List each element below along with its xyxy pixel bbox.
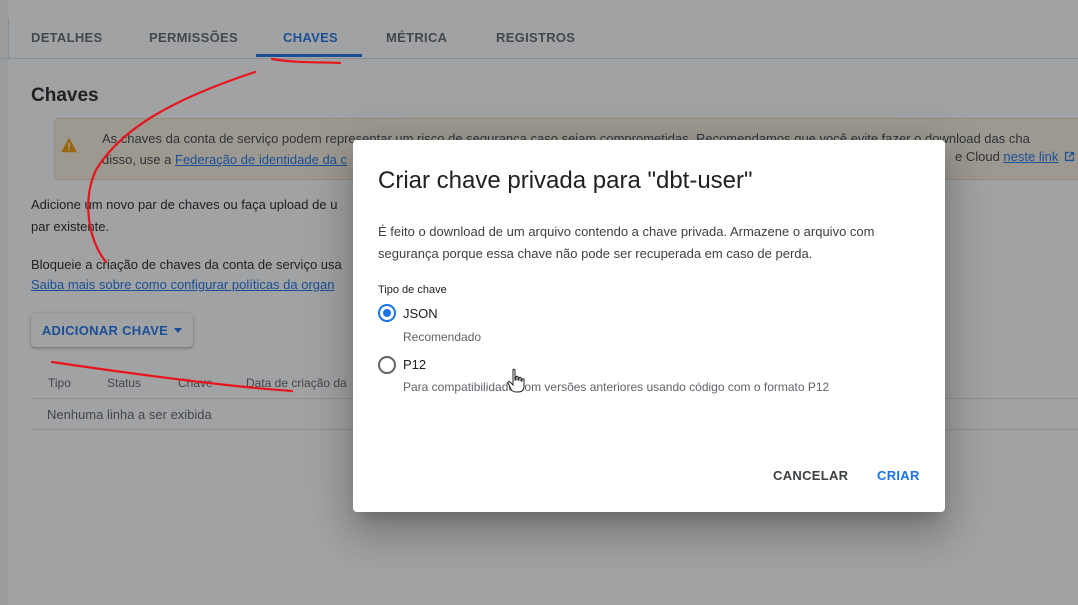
dialog-description: É feito o download de um arquivo contend…: [378, 224, 875, 261]
option-json-label[interactable]: JSON: [403, 306, 438, 321]
key-type-label: Tipo de chave: [378, 284, 447, 296]
dialog-title: Criar chave privada para "dbt-user": [378, 167, 753, 194]
create-button[interactable]: CRIAR: [877, 468, 920, 483]
cancel-button[interactable]: CANCELAR: [773, 468, 848, 483]
option-json-hint: Recomendado: [403, 330, 482, 344]
option-p12-hint: Para compatibilidade com versões anterio…: [403, 380, 830, 394]
option-p12-label[interactable]: P12: [403, 357, 426, 372]
create-key-dialog: Criar chave privada para "dbt-user" É fe…: [353, 140, 945, 512]
hand-pointer-icon: [507, 368, 525, 393]
radio-json[interactable]: [378, 304, 396, 322]
radio-p12[interactable]: [378, 356, 396, 374]
